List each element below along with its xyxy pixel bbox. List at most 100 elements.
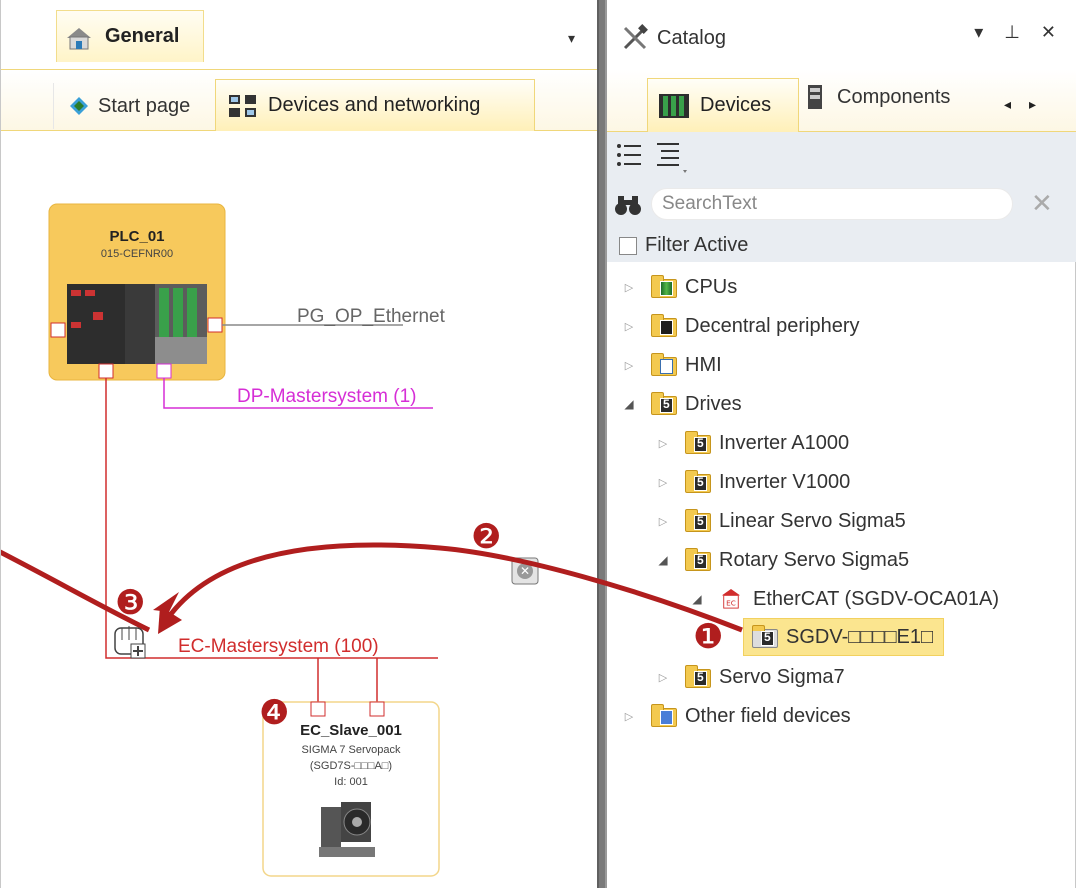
expand-icon[interactable]: ▷: [621, 710, 637, 723]
tree-node-drives[interactable]: ◢ Drives: [621, 387, 742, 421]
tree-node-hmi[interactable]: ▷ HMI: [621, 348, 722, 382]
devices-view-panel: General ▾ Start page Devices and network…: [0, 0, 598, 888]
catalog-tabs: Devices Components ◂▸: [607, 70, 1076, 132]
catalog-title: Catalog: [657, 26, 726, 49]
ethercat-icon: EC: [719, 588, 745, 610]
folder-icon: [651, 314, 677, 337]
slave-line3: Id: 001: [334, 776, 368, 788]
expand-icon[interactable]: ▷: [655, 437, 671, 450]
tree-view-icon[interactable]: [651, 140, 687, 179]
tree-node-inverter-v1000[interactable]: ▷ Inverter V1000: [655, 465, 850, 499]
tree-node-decentral-periphery[interactable]: ▷ Decentral periphery: [621, 309, 860, 343]
home-icon: [65, 26, 93, 49]
collapse-icon[interactable]: ◢: [689, 592, 705, 606]
tree-node-label: Decentral periphery: [685, 314, 860, 337]
plc-model: 015-CEFNR00: [100, 248, 174, 260]
tree-node-label: Rotary Servo Sigma5: [719, 548, 910, 571]
plc-name[interactable]: PLC_01: [49, 228, 225, 245]
step-marker-1: ❶: [693, 618, 724, 656]
slave-line1: SIGMA 7 Servopack: [301, 744, 401, 756]
general-label: General: [105, 25, 180, 47]
tree-node-label: EtherCAT (SGDV-OCA01A): [753, 587, 999, 610]
tree-node-label: Linear Servo Sigma5: [719, 509, 906, 532]
panel-splitter[interactable]: [597, 0, 607, 888]
step-marker-2: ❷: [471, 518, 502, 556]
tab-start-page[interactable]: Start page: [53, 83, 213, 129]
catalog-header: Catalog ▾ ⊥ ✕: [607, 0, 1076, 70]
tree-node-label: Other field devices: [685, 704, 851, 727]
tree-node-label: CPUs: [685, 275, 738, 298]
svg-text:✕: ✕: [520, 564, 530, 578]
folder-icon: [651, 353, 677, 376]
tree-node-label: Inverter V1000: [719, 470, 851, 493]
expand-icon[interactable]: ▷: [621, 320, 637, 333]
drive-icon: [752, 625, 778, 648]
tree-node-servo-sigma7[interactable]: ▷ Servo Sigma7: [655, 660, 845, 694]
tree-node-sgdv-selected[interactable]: SGDV-□□□□E1□: [743, 618, 945, 656]
expand-icon[interactable]: ▷: [655, 476, 671, 489]
folder-icon: [685, 665, 711, 688]
chevron-down-icon[interactable]: ▾: [568, 30, 575, 47]
folder-icon: [651, 275, 677, 298]
filter-active-checkbox[interactable]: Filter Active: [619, 234, 748, 257]
tree-node-ethercat[interactable]: ◢ EC EtherCAT (SGDV-OCA01A): [689, 582, 999, 616]
tab-components[interactable]: Components: [807, 84, 950, 110]
tab-devices-label: Devices: [700, 94, 772, 116]
tree-node-label: Servo Sigma7: [719, 665, 845, 688]
catalog-window-controls[interactable]: ▾ ⊥ ✕: [974, 22, 1064, 43]
start-page-icon: [68, 95, 90, 117]
tree-node-label: Inverter A1000: [719, 431, 850, 454]
tools-icon: [621, 24, 649, 52]
folder-icon: [651, 392, 677, 415]
expand-icon[interactable]: ▷: [655, 515, 671, 528]
tab-devices[interactable]: Devices: [647, 78, 799, 132]
expand-icon[interactable]: ▷: [655, 671, 671, 684]
tree-node-rotary-servo-sigma5[interactable]: ◢ Rotary Servo Sigma5: [655, 543, 909, 577]
tree-node-other-field-devices[interactable]: ▷ Other field devices: [621, 699, 851, 733]
catalog-toolbar: SearchText ✕ Filter Active: [607, 132, 1076, 262]
folder-icon: [685, 431, 711, 454]
tree-node-inverter-a1000[interactable]: ▷ Inverter A1000: [655, 426, 849, 460]
svg-text:EC: EC: [726, 598, 736, 607]
editor-tabs: Start page Devices and networking: [1, 71, 598, 131]
expand-icon[interactable]: ▷: [621, 359, 637, 372]
tree-node-label: SGDV-□□□□E1□: [786, 625, 934, 648]
devices-icon: [658, 93, 690, 119]
hand-cursor-graphic: [114, 626, 146, 659]
network-canvas[interactable]: ✕ PLC_01 015-CEFNR00 PG_OP_Ethernet DP-M…: [1, 132, 598, 888]
expand-icon[interactable]: ▷: [621, 281, 637, 294]
slave-line2: (SGD7S-□□□A□): [309, 760, 393, 772]
tab-scroll-arrows[interactable]: ◂▸: [1004, 96, 1054, 113]
folder-icon: [685, 509, 711, 532]
network-icon: [228, 94, 258, 118]
checkbox-box[interactable]: [619, 236, 637, 255]
collapse-icon[interactable]: ◢: [621, 397, 637, 411]
tree-node-linear-servo-sigma5[interactable]: ▷ Linear Servo Sigma5: [655, 504, 906, 538]
tab-devices-label: Devices and networking: [268, 94, 481, 116]
folder-icon: [685, 548, 711, 571]
tab-components-label: Components: [837, 85, 951, 108]
general-tab[interactable]: General: [56, 10, 204, 62]
dp-mastersystem-label[interactable]: DP-Mastersystem (1): [237, 386, 416, 408]
network-drawing: ✕: [1, 203, 539, 877]
components-icon: [807, 84, 823, 110]
step-marker-4: ❹: [259, 694, 290, 732]
tab-devices-networking[interactable]: Devices and networking: [215, 79, 535, 131]
step-marker-3: ❸: [115, 584, 146, 622]
left-header: General ▾: [1, 0, 598, 70]
clear-search-icon[interactable]: ✕: [1031, 190, 1053, 216]
catalog-panel: Catalog ▾ ⊥ ✕ Devices Components ◂▸ Sear…: [607, 0, 1076, 888]
ec-mastersystem-label[interactable]: EC-Mastersystem (100): [178, 636, 379, 658]
tab-start-label: Start page: [98, 94, 191, 117]
filter-active-label: Filter Active: [645, 234, 749, 256]
folder-icon: [685, 470, 711, 493]
folder-icon: [651, 704, 677, 727]
pg-op-ethernet-label[interactable]: PG_OP_Ethernet: [297, 306, 445, 328]
tree-node-label: HMI: [685, 353, 722, 376]
collapse-icon[interactable]: ◢: [655, 553, 671, 567]
binoculars-icon: [615, 194, 641, 221]
catalog-title-area: Catalog: [621, 24, 726, 52]
tree-node-cpus[interactable]: ▷ CPUs: [621, 270, 737, 304]
search-input[interactable]: SearchText: [651, 188, 1013, 220]
list-view-icon[interactable]: [615, 140, 645, 175]
